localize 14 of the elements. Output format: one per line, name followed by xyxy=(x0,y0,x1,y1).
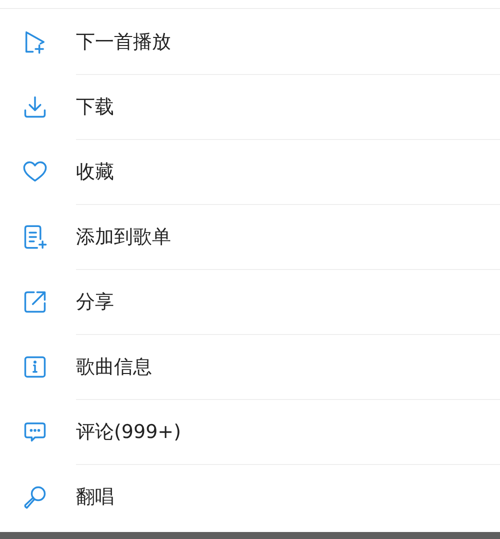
share-icon xyxy=(22,288,48,314)
menu-item[interactable]: 评论(999+) xyxy=(0,399,500,464)
menu-item[interactable]: 翻唱 xyxy=(0,464,500,529)
menu-item[interactable]: 分享 xyxy=(0,269,500,334)
microphone-icon xyxy=(22,484,48,510)
menu-item[interactable]: 添加到歌单 xyxy=(0,204,500,269)
menu-item[interactable]: 歌曲信息 xyxy=(0,334,500,399)
list-add-icon xyxy=(22,224,48,250)
menu-item[interactable]: 收藏 xyxy=(0,139,500,204)
heart-icon xyxy=(22,158,48,184)
info-icon xyxy=(22,354,48,380)
menu-item[interactable]: 下一首播放 xyxy=(0,9,500,74)
download-icon xyxy=(22,94,48,120)
menu-item[interactable]: 下载 xyxy=(0,74,500,139)
